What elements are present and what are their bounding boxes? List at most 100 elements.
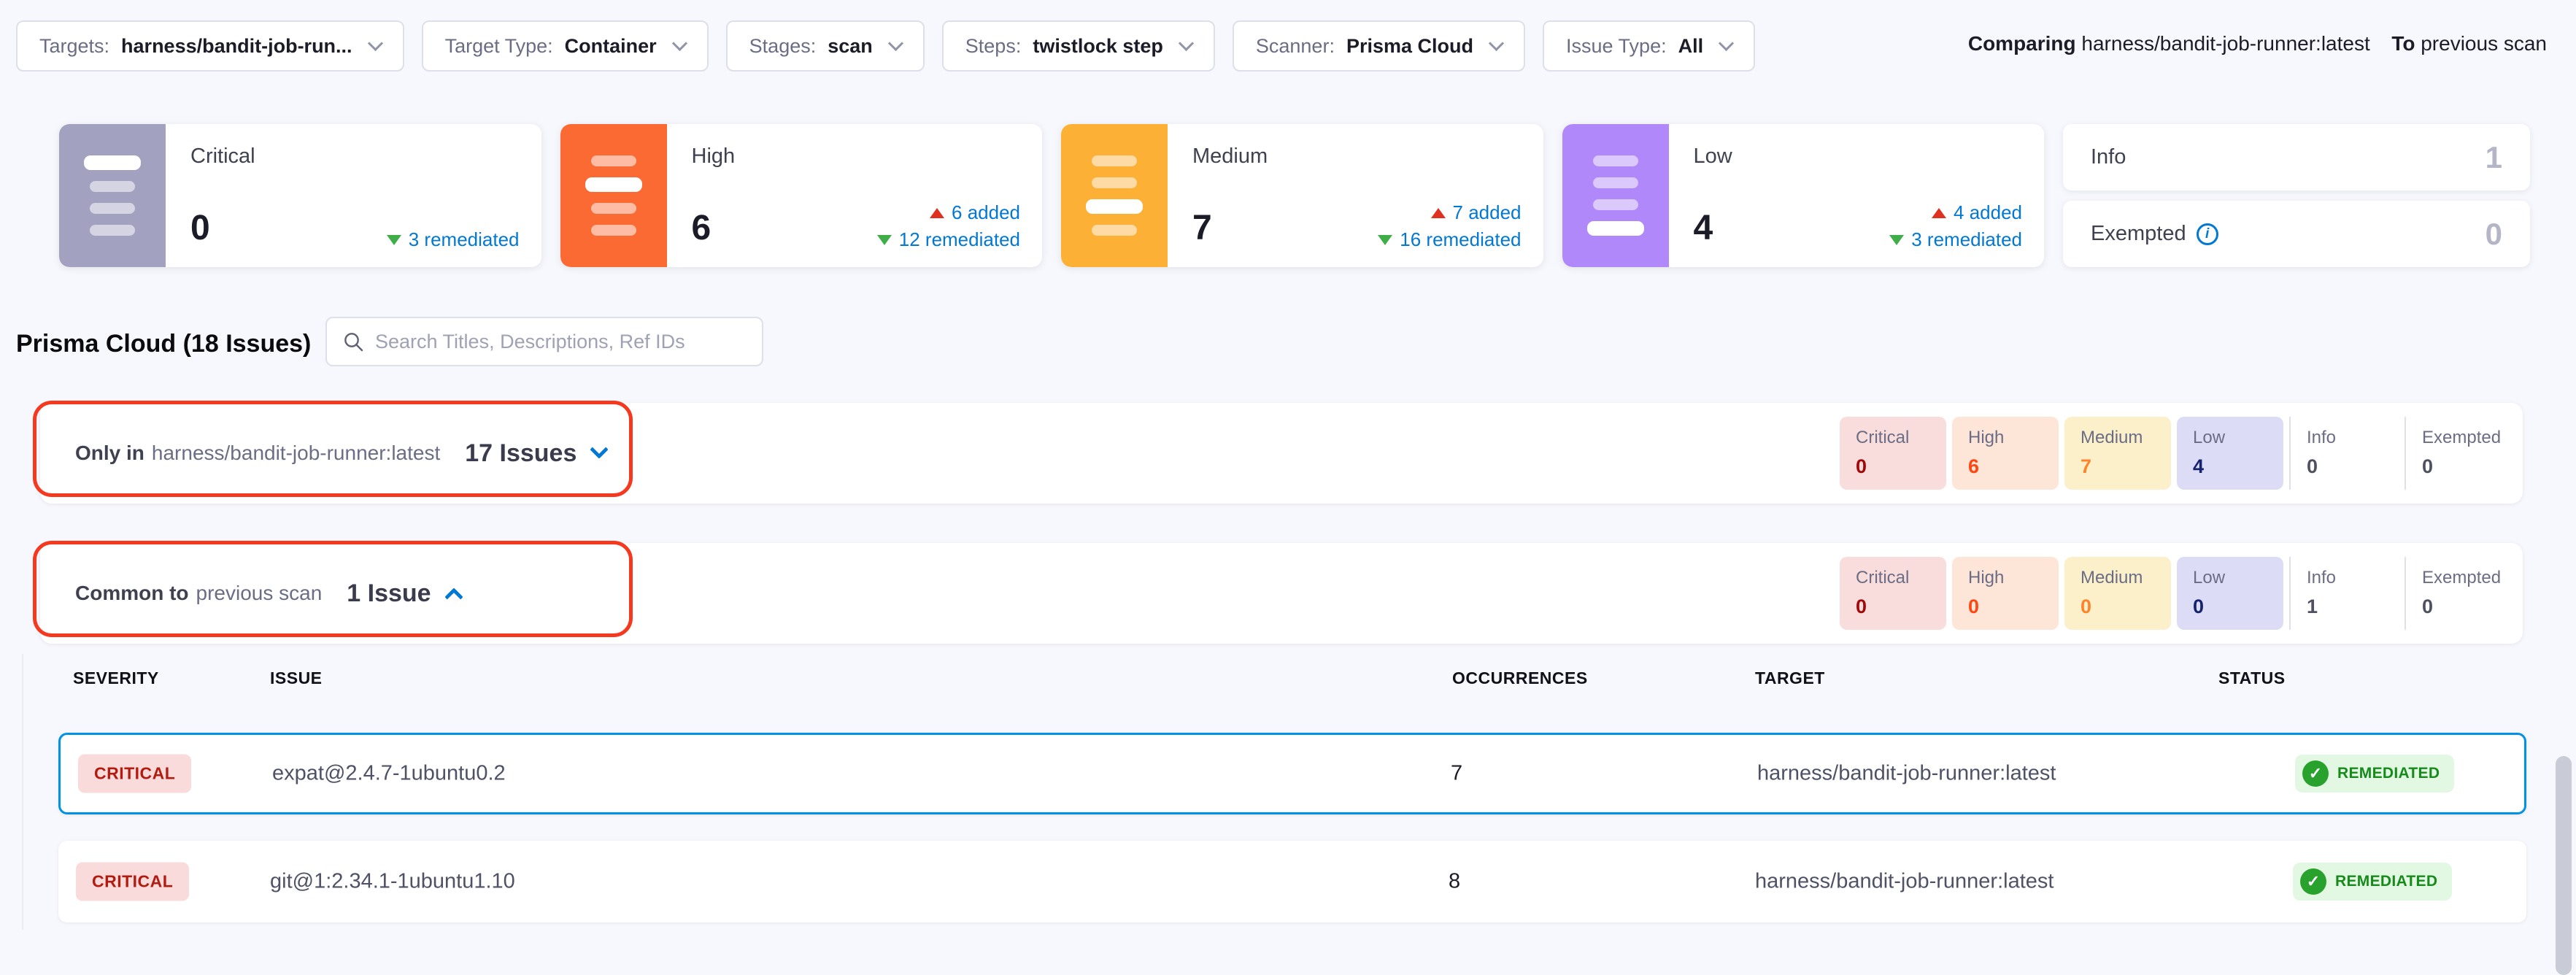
search-box — [325, 317, 763, 366]
filter-steps[interactable]: Steps: twistlock step — [942, 20, 1215, 72]
severity-summary-row: Critical 0 3 remediated High 6 6 added — [59, 124, 2530, 267]
status-badge: ✓ REMEDIATED — [2295, 755, 2454, 793]
filter-value: scan — [828, 35, 873, 58]
group-prefix: Only in — [75, 442, 144, 465]
card-label: Critical — [190, 144, 517, 169]
chip-critical: Critical0 — [1840, 417, 1946, 490]
chevron-down-icon — [1489, 35, 1504, 50]
chevron-down-icon — [888, 35, 903, 50]
triangle-up-icon — [930, 208, 944, 218]
chip-critical: Critical0 — [1840, 557, 1946, 630]
chip-info: Info1 — [2289, 557, 2399, 630]
chevron-down-icon[interactable] — [590, 440, 609, 458]
filter-targets[interactable]: Targets: harness/bandit-job-run... — [16, 20, 404, 72]
filter-value: harness/bandit-job-run... — [121, 35, 352, 58]
remediated-link[interactable]: 3 remediated — [1889, 228, 2022, 251]
comparing-target: harness/bandit-job-runner:latest — [2081, 32, 2369, 55]
filter-value: Container — [565, 35, 657, 58]
group-common-to-previous[interactable]: Common to previous scan 1 Issue Critical… — [40, 543, 2523, 644]
card-count: 7 — [1192, 208, 1212, 248]
medium-severity-icon — [1061, 124, 1168, 267]
filter-value: All — [1678, 35, 1704, 58]
filter-bar: Targets: harness/bandit-job-run... Targe… — [16, 20, 1755, 72]
group-target-name: previous scan — [196, 582, 323, 605]
group-issue-count: 17 Issues — [465, 439, 576, 468]
filter-value: Prisma Cloud — [1346, 35, 1473, 58]
added-link[interactable]: 4 added — [1932, 201, 2022, 224]
filter-label: Issue Type: — [1566, 35, 1667, 58]
search-input[interactable] — [375, 331, 747, 353]
triangle-down-icon — [877, 235, 892, 245]
info-summary-card[interactable]: Info 1 — [2063, 124, 2530, 190]
group-prefix: Common to — [75, 582, 189, 605]
severity-badge: CRITICAL — [78, 755, 191, 793]
card-count: 1 — [2486, 140, 2502, 175]
card-count: 0 — [190, 208, 210, 248]
info-exempted-column: Info 1 Exempted i 0 — [2063, 124, 2530, 267]
filter-label: Targets: — [39, 35, 109, 58]
filter-label: Target Type: — [445, 35, 553, 58]
card-count: 0 — [2486, 217, 2502, 252]
triangle-down-icon — [1889, 235, 1904, 245]
chip-high: High0 — [1952, 557, 2059, 630]
chip-exempted: Exempted0 — [2405, 557, 2514, 630]
exempted-summary-card[interactable]: Exempted i 0 — [2063, 201, 2530, 267]
severity-badge: CRITICAL — [76, 863, 189, 901]
chevron-down-icon — [1179, 35, 1194, 50]
chevron-down-icon — [1719, 35, 1734, 50]
chevron-down-icon — [672, 35, 687, 50]
high-severity-icon — [560, 124, 667, 267]
chevron-up-icon[interactable] — [444, 587, 463, 606]
severity-chips: Critical0 High0 Medium0 Low0 Info1 Exemp… — [1840, 557, 2514, 630]
table-left-rail — [22, 654, 23, 930]
table-row[interactable]: CRITICAL expat@2.4.7-1ubuntu0.2 7 harnes… — [58, 733, 2526, 814]
filter-stages[interactable]: Stages: scan — [726, 20, 925, 72]
chip-medium: Medium7 — [2064, 417, 2171, 490]
group-only-in-latest[interactable]: Only in harness/bandit-job-runner:latest… — [40, 403, 2523, 504]
chip-high: High6 — [1952, 417, 2059, 490]
check-circle-icon: ✓ — [2302, 760, 2329, 787]
medium-summary-card[interactable]: Medium 7 7 added 16 remediated — [1061, 124, 1543, 267]
added-link[interactable]: 7 added — [1431, 201, 1522, 224]
comparing-middle: To — [2391, 32, 2415, 55]
filter-issue-type[interactable]: Issue Type: All — [1543, 20, 1755, 72]
remediated-link[interactable]: 16 remediated — [1378, 228, 1521, 251]
comparing-summary: Comparing harness/bandit-job-runner:late… — [1968, 32, 2547, 55]
vertical-scrollbar[interactable] — [2556, 756, 2572, 975]
critical-summary-card[interactable]: Critical 0 3 remediated — [59, 124, 541, 267]
comparing-prefix: Comparing — [1968, 32, 2076, 55]
card-count: 4 — [1694, 208, 1713, 248]
comparing-baseline: previous scan — [2421, 32, 2547, 55]
remediated-link[interactable]: 12 remediated — [877, 228, 1020, 251]
triangle-down-icon — [387, 235, 401, 245]
column-header-status: STATUS — [2218, 668, 2286, 688]
column-header-occurrences: OCCURRENCES — [1452, 668, 1588, 688]
remediated-link[interactable]: 3 remediated — [387, 228, 520, 251]
target-name: harness/bandit-job-runner:latest — [1755, 870, 2054, 894]
occurrences-count: 8 — [1449, 870, 1460, 894]
card-label: Info — [2091, 145, 2126, 169]
low-severity-icon — [1562, 124, 1669, 267]
filter-target-type[interactable]: Target Type: Container — [422, 20, 709, 72]
filter-label: Scanner: — [1256, 35, 1335, 58]
critical-severity-icon — [59, 124, 166, 267]
added-link[interactable]: 6 added — [930, 201, 1020, 224]
card-label: Exempted — [2091, 222, 2186, 246]
filter-value: twistlock step — [1033, 35, 1163, 58]
group-issue-count: 1 Issue — [347, 579, 431, 608]
issue-name: git@1:2.34.1-1ubuntu1.10 — [270, 870, 515, 894]
column-header-target: TARGET — [1755, 668, 1825, 688]
chip-exempted: Exempted0 — [2405, 417, 2514, 490]
chip-info: Info0 — [2289, 417, 2399, 490]
info-tooltip-icon[interactable]: i — [2197, 223, 2218, 245]
column-header-issue: ISSUE — [270, 668, 323, 688]
filter-scanner[interactable]: Scanner: Prisma Cloud — [1233, 20, 1525, 72]
table-row[interactable]: CRITICAL git@1:2.34.1-1ubuntu1.10 8 harn… — [58, 841, 2526, 922]
card-count: 6 — [692, 208, 712, 248]
chip-low: Low0 — [2177, 557, 2283, 630]
high-summary-card[interactable]: High 6 6 added 12 remediated — [560, 124, 1043, 267]
low-summary-card[interactable]: Low 4 4 added 3 remediated — [1562, 124, 2045, 267]
group-target-name: harness/bandit-job-runner:latest — [152, 442, 440, 465]
filter-label: Steps: — [965, 35, 1022, 58]
target-name: harness/bandit-job-runner:latest — [1757, 762, 2056, 786]
